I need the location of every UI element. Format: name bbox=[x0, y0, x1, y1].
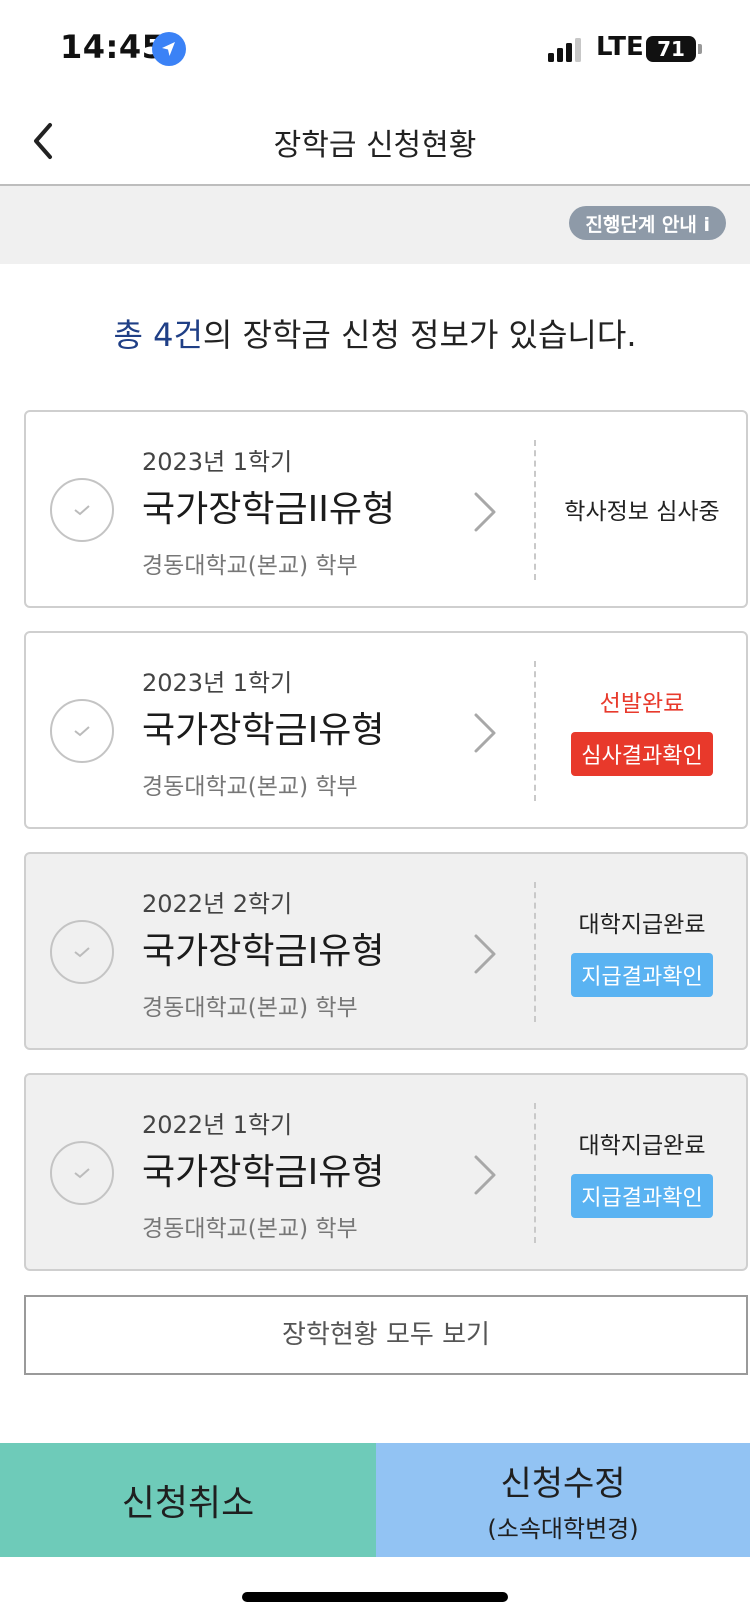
summary-rest: 의 장학금 신청 정보가 있습니다. bbox=[202, 316, 637, 354]
signal-icon bbox=[548, 38, 581, 62]
page-title: 장학금 신청현황 bbox=[273, 128, 477, 163]
summary-text: 총 4건의 장학금 신청 정보가 있습니다. bbox=[0, 310, 750, 356]
status-area: 학사정보 심사중 bbox=[538, 412, 746, 606]
check-circle-icon bbox=[50, 699, 114, 763]
clock: 14:45 bbox=[60, 28, 165, 66]
school-name: 경동대학교(본교) 학부 bbox=[142, 995, 358, 1021]
chevron-right-icon bbox=[474, 713, 496, 753]
divider bbox=[534, 661, 536, 801]
application-status: 대학지급완료 bbox=[578, 1133, 706, 1159]
application-term: 2022년 2학기 bbox=[142, 890, 293, 918]
progress-guide-button[interactable]: 진행단계 안내 i bbox=[569, 206, 726, 240]
check-circle-icon bbox=[50, 920, 114, 984]
modify-sub-label: (소속대학변경) bbox=[487, 1515, 639, 1543]
application-status: 선발완료 bbox=[599, 691, 685, 717]
cancel-application-button[interactable]: 신청취소 bbox=[0, 1443, 376, 1557]
scholarship-name: 국가장학금II유형 bbox=[142, 489, 396, 530]
application-card[interactable]: 2022년 2학기 국가장학금I유형 경동대학교(본교) 학부 대학지급완료 지… bbox=[24, 852, 748, 1050]
network-type: LTE bbox=[596, 32, 644, 62]
view-all-button[interactable]: 장학현황 모두 보기 bbox=[24, 1295, 748, 1375]
check-circle-icon bbox=[50, 478, 114, 542]
status-area: 선발완료 심사결과확인 bbox=[538, 633, 746, 827]
check-circle-icon bbox=[50, 1141, 114, 1205]
battery-icon: 71 bbox=[646, 36, 696, 62]
application-term: 2023년 1학기 bbox=[142, 448, 293, 476]
scholarship-name: 국가장학금I유형 bbox=[142, 710, 385, 751]
divider bbox=[534, 882, 536, 1022]
divider bbox=[534, 440, 536, 580]
status-area: 대학지급완료 지급결과확인 bbox=[538, 854, 746, 1048]
school-name: 경동대학교(본교) 학부 bbox=[142, 774, 358, 800]
modify-application-button[interactable]: 신청수정 (소속대학변경) bbox=[376, 1443, 750, 1557]
scholarship-name: 국가장학금I유형 bbox=[142, 931, 385, 972]
battery-cap bbox=[698, 44, 702, 54]
school-name: 경동대학교(본교) 학부 bbox=[142, 1216, 358, 1242]
app-header: 장학금 신청현황 bbox=[0, 100, 750, 186]
application-term: 2023년 1학기 bbox=[142, 669, 293, 697]
application-status: 대학지급완료 bbox=[578, 912, 706, 938]
application-card[interactable]: 2023년 1학기 국가장학금I유형 경동대학교(본교) 학부 선발완료 심사결… bbox=[24, 631, 748, 829]
summary-count: 총 4건 bbox=[113, 316, 203, 354]
modify-label: 신청수정 bbox=[500, 1464, 626, 1504]
guide-strip: 진행단계 안내 i bbox=[0, 186, 750, 264]
chevron-right-icon bbox=[474, 1155, 496, 1195]
divider bbox=[534, 1103, 536, 1243]
school-name: 경동대학교(본교) 학부 bbox=[142, 553, 358, 579]
scholarship-name: 국가장학금I유형 bbox=[142, 1152, 385, 1193]
payment-result-button[interactable]: 지급결과확인 bbox=[571, 1174, 713, 1218]
payment-result-button[interactable]: 지급결과확인 bbox=[571, 953, 713, 997]
status-area: 대학지급완료 지급결과확인 bbox=[538, 1075, 746, 1269]
review-result-button[interactable]: 심사결과확인 bbox=[571, 732, 713, 776]
chevron-right-icon bbox=[474, 934, 496, 974]
application-card[interactable]: 2023년 1학기 국가장학금II유형 경동대학교(본교) 학부 학사정보 심사… bbox=[24, 410, 748, 608]
status-bar: 14:45 LTE 71 bbox=[0, 0, 750, 100]
chevron-right-icon bbox=[474, 492, 496, 532]
application-term: 2022년 1학기 bbox=[142, 1111, 293, 1139]
location-arrow-icon bbox=[152, 32, 186, 66]
home-indicator bbox=[242, 1592, 508, 1602]
application-status: 학사정보 심사중 bbox=[564, 499, 720, 525]
application-card[interactable]: 2022년 1학기 국가장학금I유형 경동대학교(본교) 학부 대학지급완료 지… bbox=[24, 1073, 748, 1271]
